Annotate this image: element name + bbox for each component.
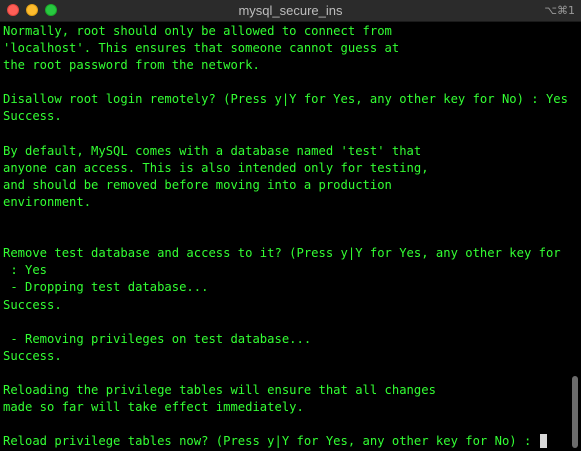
terminal-line: the root password from the network. bbox=[3, 58, 260, 73]
terminal-line: Remove test database and access to it? (… bbox=[3, 246, 567, 261]
terminal-line: By default, MySQL comes with a database … bbox=[3, 143, 422, 158]
terminal-line: made so far will take effect immediately… bbox=[3, 400, 304, 415]
terminal-line: Reloading the privilege tables will ensu… bbox=[3, 382, 436, 397]
terminal-line: anyone can access. This is also intended… bbox=[3, 160, 429, 175]
terminal-line: Disallow root login remotely? (Press y|Y… bbox=[3, 92, 567, 107]
terminal-output[interactable]: Normally, root should only be allowed to… bbox=[3, 23, 567, 451]
window-title: mysql_secure_ins bbox=[238, 3, 343, 18]
terminal-line: - Dropping test database... bbox=[3, 280, 209, 295]
vertical-scrollbar[interactable] bbox=[572, 376, 578, 448]
text-cursor bbox=[539, 434, 547, 449]
terminal-line: 'localhost'. This ensures that someone c… bbox=[3, 41, 400, 56]
terminal-prompt-line[interactable]: Reload privilege tables now? (Press y|Y … bbox=[3, 433, 567, 450]
terminal-line: Success. bbox=[3, 297, 62, 312]
terminal-line: environment. bbox=[3, 194, 92, 209]
terminal-line: Normally, root should only be allowed to… bbox=[3, 24, 392, 38]
terminal-line: - Removing privileges on test database..… bbox=[3, 331, 312, 346]
terminal-line: and should be removed before moving into… bbox=[3, 177, 392, 192]
keyboard-shortcut-label: ⌥⌘1 bbox=[544, 4, 575, 17]
terminal-line: Success. bbox=[3, 348, 62, 363]
terminal-line: : Yes bbox=[3, 263, 48, 278]
title-bar[interactable]: mysql_secure_ins ⌥⌘1 bbox=[0, 0, 581, 22]
terminal-prompt: Reload privilege tables now? (Press y|Y … bbox=[3, 434, 539, 449]
terminal-line: Success. bbox=[3, 109, 62, 124]
terminal-window: mysql_secure_ins ⌥⌘1 Normally, root shou… bbox=[0, 0, 581, 451]
